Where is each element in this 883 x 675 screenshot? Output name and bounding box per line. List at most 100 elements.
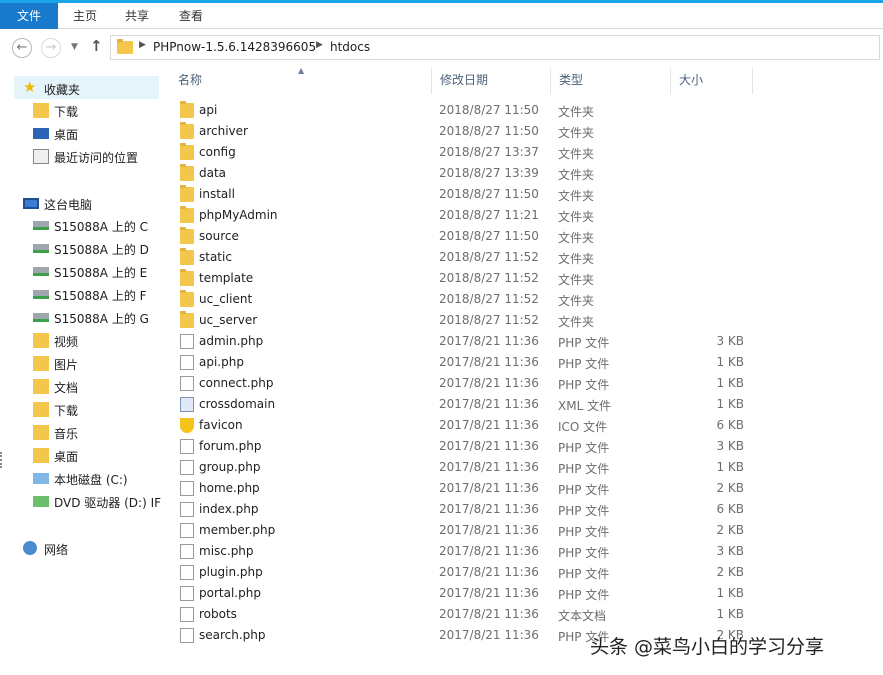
file-modified-date: 2017/8/21 11:36 — [439, 460, 539, 474]
folder-icon — [180, 101, 194, 118]
file-type: PHP 文件 — [558, 525, 610, 539]
tab-share[interactable]: 共享 — [114, 3, 160, 29]
breadcrumb-htdocs[interactable]: htdocs — [330, 40, 370, 54]
file-name: crossdomain — [199, 397, 276, 411]
tab-view[interactable]: 查看 — [168, 3, 214, 29]
file-row[interactable]: api.php 2017/8/21 11:36 PHP 文件 1 KB — [170, 352, 760, 373]
file-row[interactable]: phpMyAdmin 2018/8/27 11:21 文件夹 — [170, 205, 760, 226]
file-type: PHP 文件 — [558, 504, 610, 518]
file-modified-date: 2017/8/21 11:36 — [439, 523, 539, 537]
folder-icon — [180, 248, 194, 265]
column-header-name[interactable]: 名称 — [170, 68, 432, 94]
file-row[interactable]: portal.php 2017/8/21 11:36 PHP 文件 1 KB — [170, 583, 760, 604]
file-size: 2 KB — [716, 523, 744, 537]
file-row[interactable]: favicon 2017/8/21 11:36 ICO 文件 6 KB — [170, 415, 760, 436]
file-modified-date: 2017/8/21 11:36 — [439, 481, 539, 495]
file-type: 文件夹 — [558, 126, 595, 140]
document-icon — [180, 628, 194, 643]
folder-icon — [180, 143, 194, 160]
breadcrumb-phpnow[interactable]: PHPnow-1.5.6.1428396605 — [153, 40, 316, 54]
column-header-size[interactable]: 大小 — [671, 68, 753, 94]
file-type: 文件夹 — [558, 231, 595, 245]
back-button[interactable]: ← — [12, 38, 32, 58]
file-modified-date: 2017/8/21 11:36 — [439, 355, 539, 369]
file-row[interactable]: template 2018/8/27 11:52 文件夹 — [170, 268, 760, 289]
file-row[interactable]: archiver 2018/8/27 11:50 文件夹 — [170, 121, 760, 142]
file-row[interactable]: index.php 2017/8/21 11:36 PHP 文件 6 KB — [170, 499, 760, 520]
file-modified-date: 2018/8/27 11:52 — [439, 250, 539, 264]
file-row[interactable]: uc_client 2018/8/27 11:52 文件夹 — [170, 289, 760, 310]
pane-splitter[interactable] — [0, 452, 3, 468]
file-type: PHP 文件 — [558, 567, 610, 581]
file-row[interactable]: plugin.php 2017/8/21 11:36 PHP 文件 2 KB — [170, 562, 760, 583]
file-type: 文本文档 — [558, 609, 607, 623]
star-icon: ★ — [23, 78, 37, 96]
desktop-icon — [33, 128, 49, 139]
address-bar[interactable]: ▶ PHPnow-1.5.6.1428396605 ▶ htdocs — [110, 35, 880, 60]
file-name: phpMyAdmin — [199, 208, 278, 222]
file-row[interactable]: uc_server 2018/8/27 11:52 文件夹 — [170, 310, 760, 331]
file-type: PHP 文件 — [558, 462, 610, 476]
file-modified-date: 2018/8/27 11:50 — [439, 103, 539, 117]
up-button[interactable]: ↑ — [90, 37, 103, 55]
recent-places-icon — [33, 149, 49, 164]
file-row[interactable]: group.php 2017/8/21 11:36 PHP 文件 1 KB — [170, 457, 760, 478]
xml-icon — [180, 397, 194, 412]
file-type: 文件夹 — [558, 168, 595, 182]
file-row[interactable]: misc.php 2017/8/21 11:36 PHP 文件 3 KB — [170, 541, 760, 562]
folder-icon — [180, 311, 194, 328]
column-header-row: 名称 修改日期 类型 大小 — [170, 68, 753, 94]
file-size: 3 KB — [716, 544, 744, 558]
file-row[interactable]: static 2018/8/27 11:52 文件夹 — [170, 247, 760, 268]
file-row[interactable]: crossdomain 2017/8/21 11:36 XML 文件 1 KB — [170, 394, 760, 415]
file-name: admin.php — [199, 334, 264, 348]
file-row[interactable]: forum.php 2017/8/21 11:36 PHP 文件 3 KB — [170, 436, 760, 457]
file-row[interactable]: member.php 2017/8/21 11:36 PHP 文件 2 KB — [170, 520, 760, 541]
folder-icon — [180, 269, 194, 286]
file-row[interactable]: admin.php 2017/8/21 11:36 PHP 文件 3 KB — [170, 331, 760, 352]
file-type: 文件夹 — [558, 252, 595, 266]
document-icon — [180, 481, 194, 496]
file-row[interactable]: home.php 2017/8/21 11:36 PHP 文件 2 KB — [170, 478, 760, 499]
file-row[interactable]: config 2018/8/27 13:37 文件夹 — [170, 142, 760, 163]
file-row[interactable]: install 2018/8/27 11:50 文件夹 — [170, 184, 760, 205]
library-folder-icon — [33, 379, 49, 394]
file-type: PHP 文件 — [558, 378, 610, 392]
file-row[interactable]: robots 2017/8/21 11:36 文本文档 1 KB — [170, 604, 760, 625]
file-type: PHP 文件 — [558, 546, 610, 560]
file-size: 3 KB — [716, 439, 744, 453]
library-folder-icon — [33, 356, 49, 371]
column-header-type[interactable]: 类型 — [551, 68, 671, 94]
tab-home[interactable]: 主页 — [62, 3, 108, 29]
file-size: 6 KB — [716, 502, 744, 516]
ribbon-tabs: 文件 主页 共享 查看 — [0, 0, 883, 29]
file-size: 1 KB — [716, 607, 744, 621]
breadcrumb-chevron-icon[interactable]: ▶ — [139, 40, 146, 50]
folder-icon — [180, 206, 194, 223]
recent-locations-dropdown[interactable]: ▼ — [71, 42, 78, 52]
file-type: 文件夹 — [558, 315, 595, 329]
file-row[interactable]: source 2018/8/27 11:50 文件夹 — [170, 226, 760, 247]
breadcrumb-chevron-icon[interactable]: ▶ — [316, 40, 323, 50]
file-name: config — [199, 145, 236, 159]
file-name: data — [199, 166, 227, 180]
file-modified-date: 2017/8/21 11:36 — [439, 544, 539, 558]
file-type: 文件夹 — [558, 147, 595, 161]
file-row[interactable]: data 2018/8/27 13:39 文件夹 — [170, 163, 760, 184]
folder-icon — [180, 290, 194, 307]
file-type: 文件夹 — [558, 294, 595, 308]
tab-file[interactable]: 文件 — [0, 3, 58, 29]
file-name: api.php — [199, 355, 244, 369]
file-size: 1 KB — [716, 586, 744, 600]
file-modified-date: 2017/8/21 11:36 — [439, 502, 539, 516]
file-modified-date: 2017/8/21 11:36 — [439, 397, 539, 411]
forward-button[interactable]: → — [41, 38, 61, 58]
document-icon — [180, 355, 194, 370]
file-row[interactable]: connect.php 2017/8/21 11:36 PHP 文件 1 KB — [170, 373, 760, 394]
network-drive-icon — [33, 221, 49, 230]
file-row[interactable]: api 2018/8/27 11:50 文件夹 — [170, 100, 760, 121]
file-size: 6 KB — [716, 418, 744, 432]
file-modified-date: 2018/8/27 13:39 — [439, 166, 539, 180]
file-type: PHP 文件 — [558, 336, 610, 350]
column-header-date[interactable]: 修改日期 — [432, 68, 551, 94]
